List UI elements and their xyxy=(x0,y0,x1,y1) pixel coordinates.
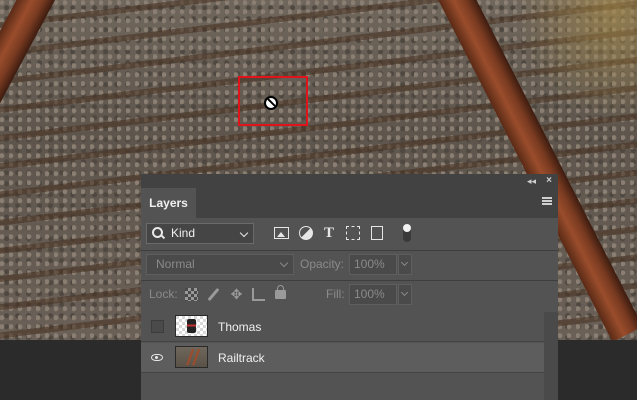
layer-name[interactable]: Railtrack xyxy=(218,351,265,365)
fill-label: Fill: xyxy=(326,287,345,301)
blend-mode-value: Normal xyxy=(156,257,195,271)
filter-row: Kind T xyxy=(141,222,558,248)
rail-left xyxy=(0,0,73,339)
layer-row-thomas[interactable]: Thomas xyxy=(141,312,544,342)
lock-image-pixels-icon[interactable] xyxy=(207,288,220,301)
opacity-dropdown-icon[interactable] xyxy=(398,254,412,275)
chevron-down-icon xyxy=(279,258,289,268)
not-allowed-icon xyxy=(264,96,278,110)
layers-list: Thomas Railtrack xyxy=(141,312,544,400)
panel-header: ◂◂ × xyxy=(141,174,558,188)
lock-artboard-icon[interactable] xyxy=(252,288,265,301)
fill-dropdown-icon[interactable] xyxy=(398,284,412,305)
divider xyxy=(141,280,558,281)
layers-panel: ◂◂ × Layers Kind T Normal Opacity: 100% … xyxy=(141,174,558,400)
smart-object-filter-icon[interactable] xyxy=(371,226,383,240)
filter-toggle-icon[interactable] xyxy=(403,224,411,242)
scrollbar[interactable] xyxy=(544,312,558,400)
lock-row: Lock: ✥ Fill: 100% xyxy=(141,282,558,308)
layer-name[interactable]: Thomas xyxy=(218,320,261,334)
collapse-icon[interactable]: ◂◂ xyxy=(527,174,536,188)
lock-all-icon[interactable] xyxy=(275,285,286,299)
layer-thumbnail[interactable] xyxy=(175,346,208,368)
opacity-label: Opacity: xyxy=(300,257,345,271)
lock-position-icon[interactable]: ✥ xyxy=(230,287,243,301)
tab-layers[interactable]: Layers xyxy=(141,188,196,218)
adjustment-filter-icon[interactable] xyxy=(299,226,313,240)
filter-kind-select[interactable]: Kind xyxy=(146,223,254,244)
layer-thumbnail[interactable] xyxy=(175,315,208,337)
grass-area xyxy=(517,0,637,120)
eye-icon[interactable] xyxy=(151,354,163,361)
chevron-down-icon xyxy=(239,228,249,238)
lock-label: Lock: xyxy=(149,287,178,301)
blend-mode-select[interactable]: Normal xyxy=(146,254,294,275)
panel-tabbar: Layers xyxy=(141,188,558,218)
filter-kind-label: Kind xyxy=(171,226,196,240)
panel-menu-icon[interactable] xyxy=(542,197,552,205)
opacity-field[interactable]: 100% xyxy=(349,254,397,275)
image-filter-icon[interactable] xyxy=(274,227,289,239)
lock-transparent-pixels-icon[interactable] xyxy=(185,288,198,301)
fill-field[interactable]: 100% xyxy=(349,284,397,305)
layer-row-railtrack[interactable]: Railtrack xyxy=(141,343,544,373)
close-icon[interactable]: × xyxy=(546,174,552,188)
blend-row: Normal Opacity: 100% xyxy=(141,252,558,278)
shape-filter-icon[interactable] xyxy=(346,226,360,240)
visibility-toggle-empty[interactable] xyxy=(151,320,164,333)
search-icon xyxy=(152,227,163,238)
type-filter-icon[interactable]: T xyxy=(322,226,336,241)
divider xyxy=(141,250,558,251)
